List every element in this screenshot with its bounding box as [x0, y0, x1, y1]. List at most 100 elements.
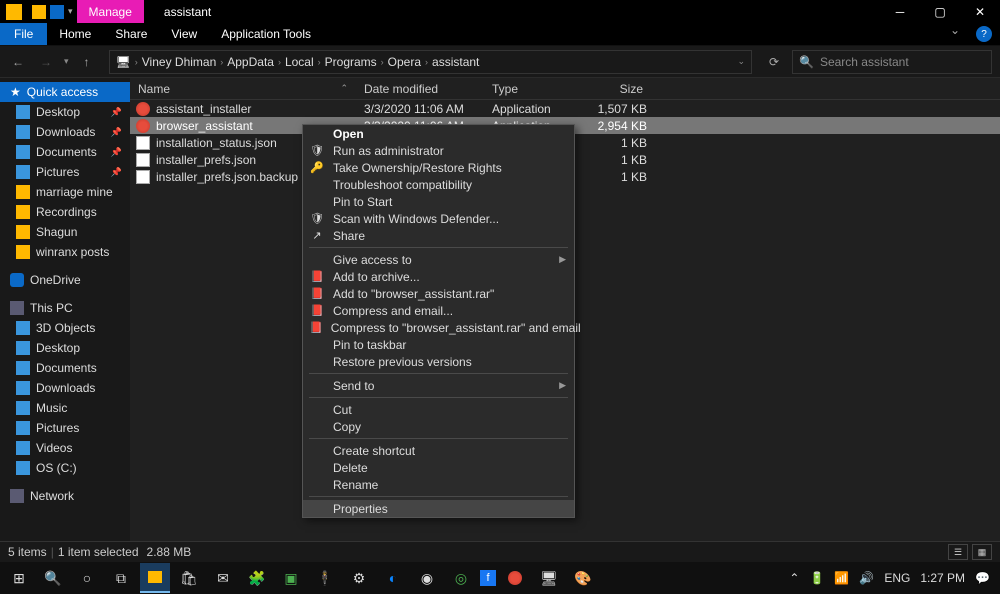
context-menu-item[interactable]: Restore previous versions	[303, 353, 574, 370]
close-button[interactable]: ✕	[960, 0, 1000, 23]
cortana-button[interactable]: ○	[72, 563, 102, 593]
contextual-tab-manage[interactable]: Manage	[77, 0, 144, 23]
history-dropdown-icon[interactable]: ▾	[64, 56, 69, 67]
table-row[interactable]: assistant_installer3/3/2020 11:06 AMAppl…	[130, 100, 1000, 117]
context-menu-item[interactable]: Properties	[303, 500, 574, 517]
context-menu-item[interactable]: ↗Share	[303, 227, 574, 244]
battery-icon[interactable]: 🔋	[809, 571, 824, 585]
ribbon-expand-icon[interactable]: ⌄	[950, 23, 960, 45]
tray-overflow-icon[interactable]: ⌃	[789, 571, 799, 585]
sidebar-item[interactable]: Desktop📌	[0, 102, 130, 122]
sidebar-item[interactable]: marriage mine	[0, 182, 130, 202]
qat-dropdown-icon[interactable]: ▾	[68, 6, 73, 17]
sidebar-item[interactable]: OS (C:)	[0, 458, 130, 478]
context-menu-item[interactable]: 📕Add to archive...	[303, 268, 574, 285]
taskbar-facebook[interactable]: f	[480, 570, 496, 586]
forward-button[interactable]: →	[36, 55, 56, 69]
details-view-button[interactable]: ☰	[948, 544, 968, 560]
context-menu-item[interactable]: Pin to Start	[303, 193, 574, 210]
context-menu-item[interactable]: Delete	[303, 459, 574, 476]
wifi-icon[interactable]: 📶	[834, 571, 849, 585]
start-button[interactable]: ⊞	[4, 563, 34, 593]
navigation-pane[interactable]: ★ Quick access Desktop📌Downloads📌Documen…	[0, 78, 130, 541]
context-menu-item[interactable]: Create shortcut	[303, 442, 574, 459]
context-menu-item[interactable]: Open	[303, 125, 574, 142]
task-view-button[interactable]: ⧉	[106, 563, 136, 593]
context-menu-item[interactable]: Give access to▶	[303, 251, 574, 268]
sidebar-item[interactable]: Desktop	[0, 338, 130, 358]
sidebar-item[interactable]: Downloads📌	[0, 122, 130, 142]
back-button[interactable]: ←	[8, 55, 28, 69]
taskbar-opera[interactable]	[500, 563, 530, 593]
help-button[interactable]: ?	[976, 26, 992, 42]
sidebar-item[interactable]: Documents	[0, 358, 130, 378]
maximize-button[interactable]: ▢	[920, 0, 960, 23]
taskbar-app4[interactable]: ◎	[446, 563, 476, 593]
volume-icon[interactable]: 🔊	[859, 571, 874, 585]
clock[interactable]: 1:27 PM	[920, 571, 965, 585]
taskbar-edge[interactable]: ◐	[378, 563, 408, 593]
taskbar[interactable]: ⊞ 🔍 ○ ⧉ 🛍 ✉ 🧩 ▣ 🕴 ⚙ ◐ ◉ ◎ f 🖥 🎨 ⌃ 🔋 📶 🔊 …	[0, 562, 1000, 594]
taskbar-app3[interactable]: 🕴	[310, 563, 340, 593]
checkbox-icon[interactable]	[50, 5, 64, 19]
context-menu-item[interactable]: 📕Compress to "browser_assistant.rar" and…	[303, 319, 574, 336]
status-selection: 1 item selected	[58, 545, 139, 559]
search-button[interactable]: 🔍	[38, 563, 68, 593]
col-date[interactable]: Date modified	[356, 82, 484, 96]
context-menu-item[interactable]: Copy	[303, 418, 574, 435]
context-menu-item[interactable]: Rename	[303, 476, 574, 493]
context-menu-item[interactable]: 📕Add to "browser_assistant.rar"	[303, 285, 574, 302]
context-menu-item[interactable]: Troubleshoot compatibility	[303, 176, 574, 193]
tab-home[interactable]: Home	[47, 23, 103, 45]
sidebar-item[interactable]: Recordings	[0, 202, 130, 222]
sidebar-network[interactable]: Network	[0, 486, 130, 506]
context-menu-item[interactable]: Cut	[303, 401, 574, 418]
search-input[interactable]: 🔍 Search assistant	[792, 50, 992, 74]
tab-share[interactable]: Share	[103, 23, 159, 45]
sidebar-this-pc[interactable]: This PC	[0, 298, 130, 318]
context-menu-item[interactable]: 📕Compress and email...	[303, 302, 574, 319]
taskbar-chrome[interactable]: ◉	[412, 563, 442, 593]
sidebar-item[interactable]: Music	[0, 398, 130, 418]
tab-app-tools[interactable]: Application Tools	[209, 23, 323, 45]
language-indicator[interactable]: ENG	[884, 571, 910, 585]
col-type[interactable]: Type	[484, 82, 591, 96]
context-menu-item[interactable]: Pin to taskbar	[303, 336, 574, 353]
context-menu-item[interactable]: 🔑Take Ownership/Restore Rights	[303, 159, 574, 176]
minimize-button[interactable]: ─	[880, 0, 920, 23]
taskbar-settings[interactable]: ⚙	[344, 563, 374, 593]
taskbar-paint[interactable]: 🎨	[568, 563, 598, 593]
sidebar-onedrive[interactable]: OneDrive	[0, 270, 130, 290]
taskbar-app2[interactable]: ▣	[276, 563, 306, 593]
column-headers[interactable]: Name⌃ Date modified Type Size	[130, 78, 1000, 100]
folder-icon[interactable]	[32, 5, 46, 19]
sidebar-item[interactable]: Pictures	[0, 418, 130, 438]
taskbar-app5[interactable]: 🖥	[534, 563, 564, 593]
sidebar-item[interactable]: Downloads	[0, 378, 130, 398]
sidebar-quick-access[interactable]: ★ Quick access	[0, 82, 130, 102]
up-button[interactable]: ↑	[77, 55, 97, 69]
sidebar-item[interactable]: 3D Objects	[0, 318, 130, 338]
taskbar-mail[interactable]: ✉	[208, 563, 238, 593]
tab-view[interactable]: View	[159, 23, 209, 45]
context-menu-item[interactable]: Send to▶	[303, 377, 574, 394]
sidebar-item[interactable]: Videos	[0, 438, 130, 458]
breadcrumb[interactable]: 🖥 › Viney Dhiman› AppData› Local› Progra…	[109, 50, 752, 74]
taskbar-app1[interactable]: 🧩	[242, 563, 272, 593]
col-name[interactable]: Name⌃	[130, 82, 356, 96]
sidebar-item[interactable]: Documents📌	[0, 142, 130, 162]
address-dropdown-icon[interactable]: ⌄	[737, 56, 745, 67]
taskbar-explorer[interactable]	[140, 563, 170, 593]
context-menu[interactable]: Open🛡Run as administrator🔑Take Ownership…	[302, 124, 575, 518]
col-size[interactable]: Size	[591, 82, 651, 96]
context-menu-item[interactable]: 🛡Scan with Windows Defender...	[303, 210, 574, 227]
taskbar-store[interactable]: 🛍	[174, 563, 204, 593]
file-menu[interactable]: File	[0, 23, 47, 45]
refresh-button[interactable]: ⟳	[764, 55, 784, 69]
sidebar-item[interactable]: Shagun	[0, 222, 130, 242]
notifications-icon[interactable]: 💬	[975, 571, 990, 585]
context-menu-item[interactable]: 🛡Run as administrator	[303, 142, 574, 159]
sidebar-item[interactable]: Pictures📌	[0, 162, 130, 182]
sidebar-item[interactable]: winranx posts	[0, 242, 130, 262]
thumbnails-view-button[interactable]: ▦	[972, 544, 992, 560]
